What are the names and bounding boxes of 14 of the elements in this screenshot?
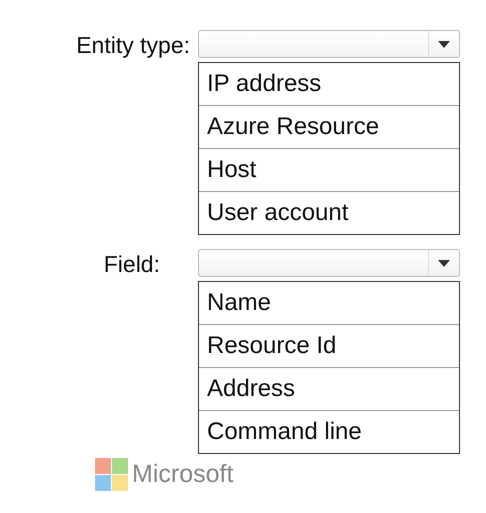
logo-icon [95, 458, 128, 491]
dropdown-option[interactable]: Azure Resource [199, 105, 459, 148]
field-label: Entity type: [76, 32, 190, 59]
dropdown-option[interactable]: Command line [199, 410, 459, 453]
dropdown-option[interactable]: User account [199, 191, 459, 234]
dropdown-option[interactable]: Address [199, 367, 459, 410]
dropdown-option[interactable]: IP address [199, 63, 459, 105]
field-label: Field: [104, 251, 160, 278]
dropdown[interactable] [198, 30, 460, 58]
dropdown-option[interactable]: Name [199, 282, 459, 324]
dropdown[interactable] [198, 249, 460, 277]
dropdown-option[interactable]: Resource Id [199, 324, 459, 367]
logo-text: Microsoft [132, 460, 234, 489]
dropdown-option[interactable]: Host [199, 148, 459, 191]
